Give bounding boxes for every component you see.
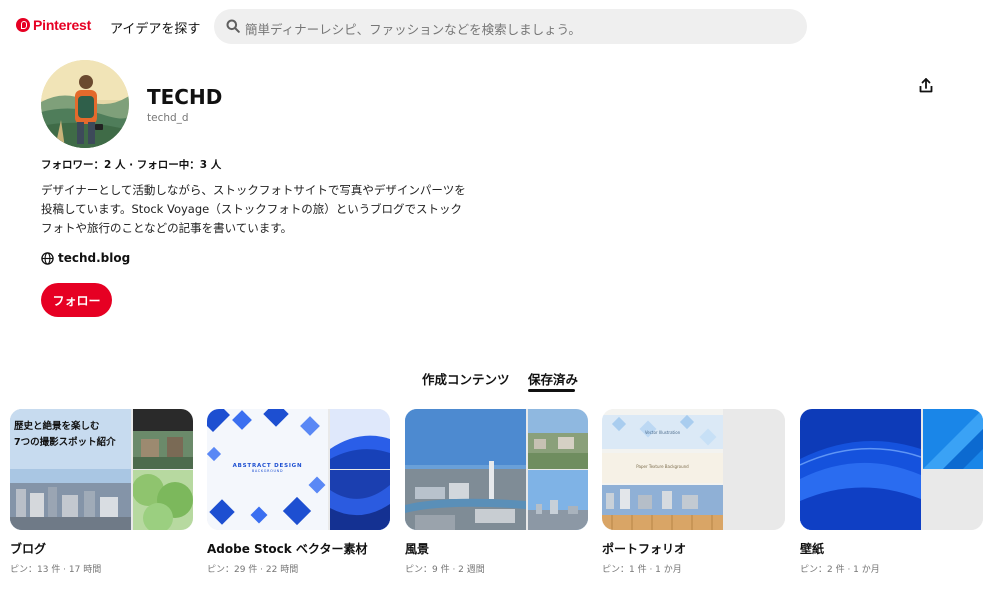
profile-name: TECHD (147, 85, 223, 109)
cover-image-main: Vector Illustration Paper Texture Backgr… (602, 409, 723, 530)
follow-button[interactable]: フォロー (41, 283, 112, 317)
website-text: techd.blog (58, 251, 131, 265)
cover-image-bottom (330, 470, 390, 530)
profile-bio: デザイナーとして活動しながら、ストックフォトサイトで写真やデザインパーツを投稿し… (41, 183, 466, 235)
active-tab-indicator (528, 389, 575, 392)
search-placeholder: 簡単ディナーレシピ、ファッションなどを検索しましょう。 (245, 22, 581, 37)
board-cover[interactable]: Vector Illustration Paper Texture Backgr… (602, 409, 785, 530)
cover-image-bottom (133, 470, 193, 530)
board-card[interactable]: 風景 ピン：9 件 · 2 週間 (405, 409, 588, 575)
search-icon (226, 19, 240, 33)
cover-image-top (528, 409, 588, 469)
cover-image-bottom (725, 470, 785, 530)
follow-stats[interactable]: フォロワー：2 人 · フォロー中：3 人 (41, 157, 221, 172)
board-title: Adobe Stock ベクター素材 (207, 542, 368, 556)
cover-image-top (725, 409, 785, 469)
search-input[interactable]: 簡単ディナーレシピ、ファッションなどを検索しましょう。 (214, 9, 807, 44)
board-meta: ピン：2 件 · 1 か月 (800, 565, 880, 575)
board-card[interactable]: ABSTRACT DESIGN BACKGROUND Adobe Stock ベ… (207, 409, 390, 575)
board-card[interactable]: 壁紙 ピン：2 件 · 1 か月 (800, 409, 983, 575)
board-meta: ピン：29 件 · 22 時間 (207, 565, 299, 575)
cover-image-main: 歴史と絶景を楽しむ 7つの撮影スポット紹介 (10, 409, 131, 530)
website-link[interactable]: techd.blog (41, 251, 130, 265)
tab-created[interactable]: 作成コンテンツ (422, 369, 510, 388)
board-meta: ピン：13 件 · 17 時間 (10, 565, 102, 575)
board-card[interactable]: Vector Illustration Paper Texture Backgr… (602, 409, 785, 575)
cover-image-bottom (528, 470, 588, 530)
board-meta: ピン：9 件 · 2 週間 (405, 565, 485, 575)
cover-caption-line1: Vector Illustration (644, 430, 681, 435)
pinterest-logo-icon (16, 18, 30, 32)
cover-image-main (800, 409, 921, 530)
logo-text: Pinterest (33, 17, 92, 33)
board-cover[interactable]: ABSTRACT DESIGN BACKGROUND (207, 409, 390, 530)
share-icon[interactable] (916, 76, 936, 96)
cover-image-bottom (923, 470, 983, 530)
cover-caption-line1: 歴史と絶景を楽しむ (14, 421, 100, 432)
pinterest-logo[interactable]: Pinterest (16, 17, 91, 33)
cover-image-main: ABSTRACT DESIGN BACKGROUND (207, 409, 328, 530)
top-navigation: Pinterest アイデアを探す 簡単ディナーレシピ、ファッションなどを検索し… (0, 0, 1000, 54)
cover-image-top (133, 409, 193, 469)
profile-handle: techd_d (147, 112, 189, 124)
board-cover[interactable] (405, 409, 588, 530)
board-title: ブログ (10, 542, 47, 556)
tab-saved[interactable]: 保存済み (528, 369, 578, 388)
board-cover[interactable]: 歴史と絶景を楽しむ 7つの撮影スポット紹介 (10, 409, 193, 530)
cover-image-top (923, 409, 983, 469)
board-meta: ピン：1 件 · 1 か月 (602, 565, 682, 575)
cover-image-top (330, 409, 390, 469)
avatar (41, 60, 129, 148)
board-title: 風景 (405, 542, 430, 556)
board-card[interactable]: 歴史と絶景を楽しむ 7つの撮影スポット紹介 ブログ ピン：13 件 · 17 時… (10, 409, 193, 575)
globe-icon (41, 251, 54, 265)
board-title: ポートフォリオ (602, 542, 687, 556)
cover-caption-line2: Paper Texture Background (636, 464, 689, 469)
cover-caption-line2: 7つの撮影スポット紹介 (14, 437, 116, 448)
cover-caption-line2: BACKGROUND (251, 469, 284, 473)
board-cover[interactable] (800, 409, 983, 530)
explore-link[interactable]: アイデアを探す (110, 18, 200, 37)
board-title: 壁紙 (800, 542, 825, 556)
cover-image-main (405, 409, 526, 530)
